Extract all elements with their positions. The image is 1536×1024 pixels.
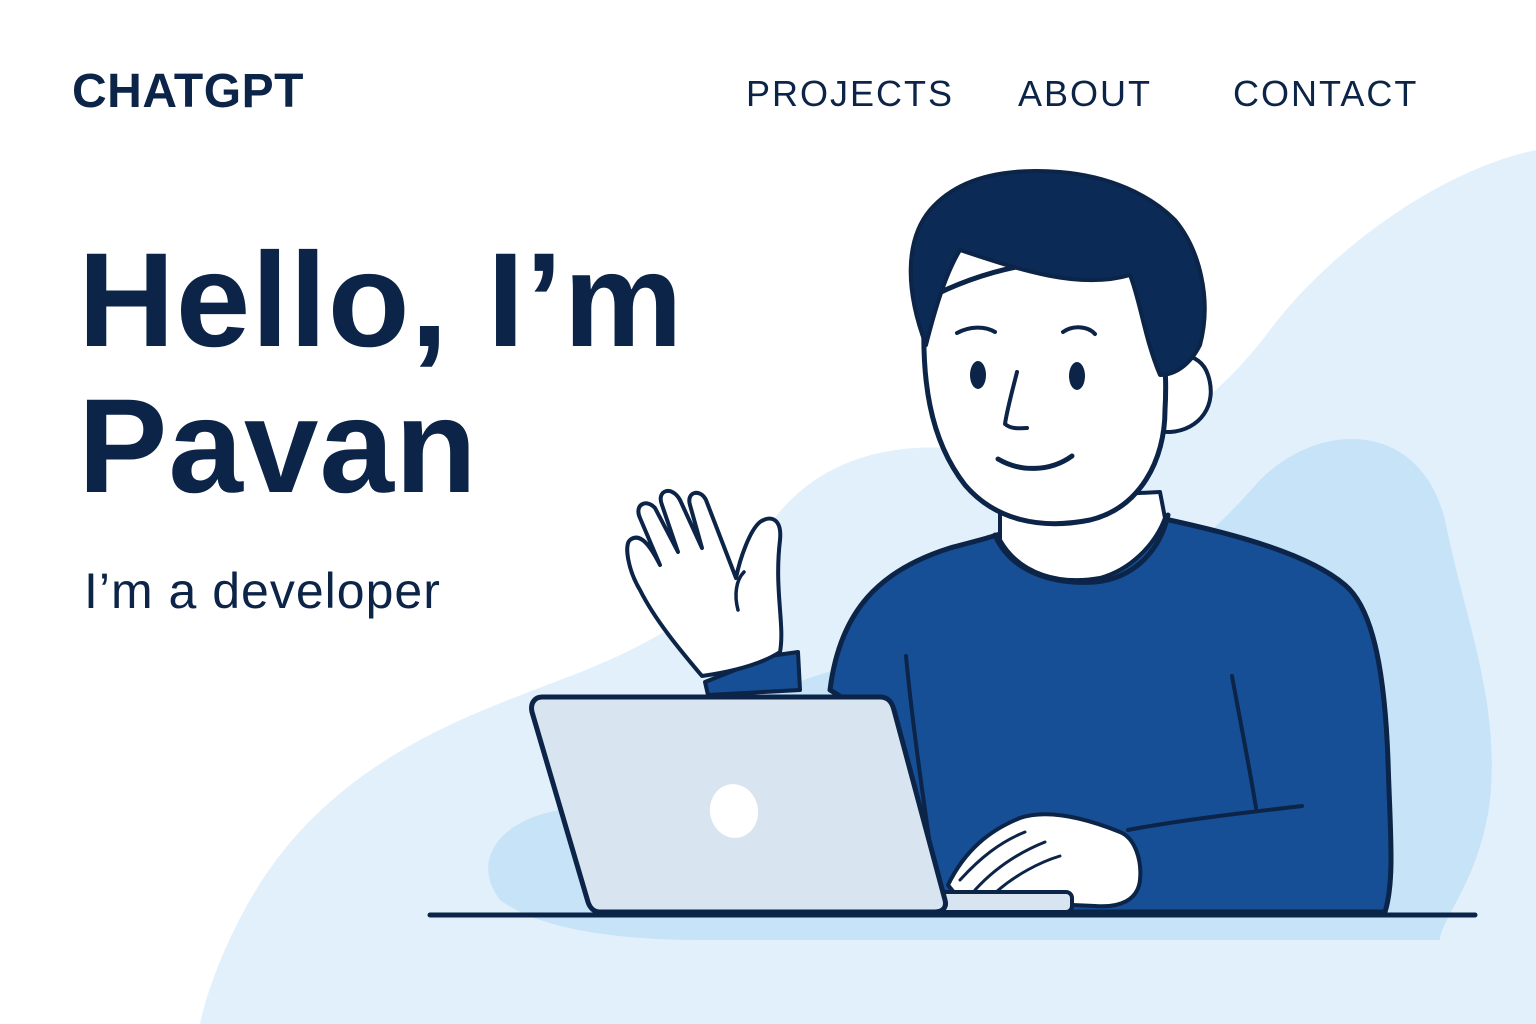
nav-link-projects[interactable]: PROJECTS	[746, 72, 954, 116]
nav-link-contact[interactable]: CONTACT	[1233, 72, 1418, 116]
brand-logo[interactable]: CHATGPT	[72, 64, 304, 120]
laptop-base	[928, 890, 1074, 914]
left-eye	[970, 361, 986, 389]
landing-page: CHATGPT PROJECTS ABOUT CONTACT Hello, I’…	[0, 0, 1536, 1024]
hero-subtitle: I’m a developer	[84, 563, 441, 619]
hero-title-line-1: Hello, I’m	[78, 226, 684, 375]
hero-title-line-2: Pavan	[78, 372, 478, 521]
nav-link-about[interactable]: ABOUT	[1018, 72, 1152, 116]
main-nav: PROJECTS ABOUT CONTACT	[746, 72, 1436, 120]
hero-title: Hello, I’m Pavan	[78, 228, 684, 520]
right-eye	[1069, 362, 1085, 390]
